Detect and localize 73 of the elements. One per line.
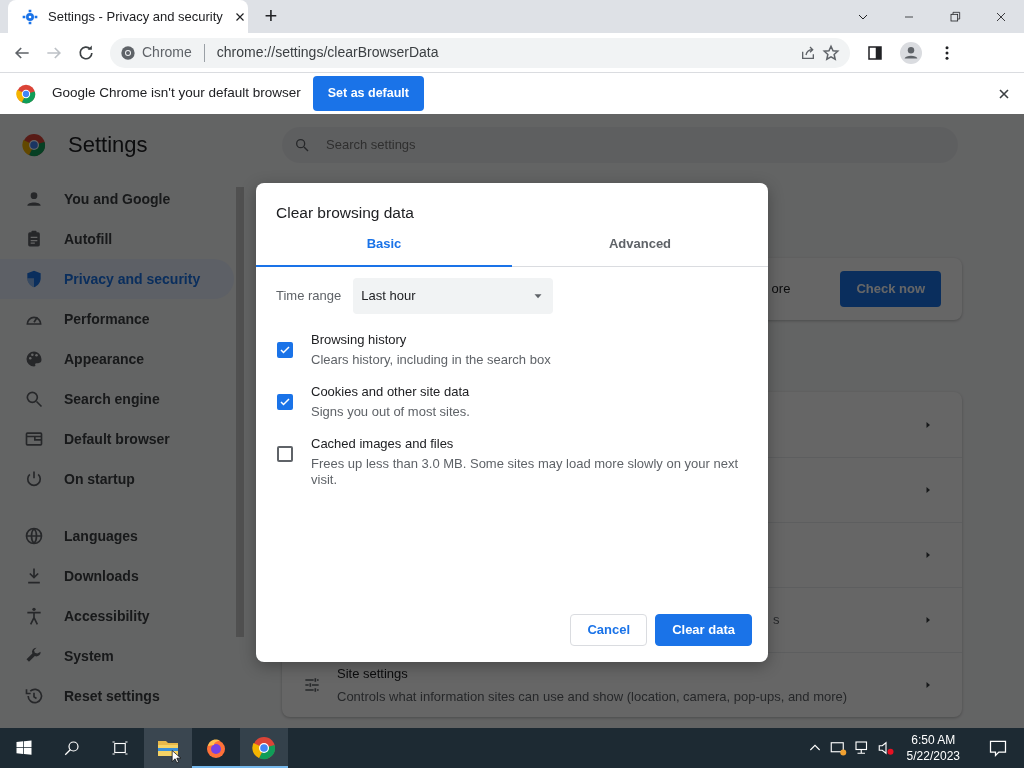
- field-label: Time range: [276, 287, 342, 306]
- site-label: Chrome: [142, 43, 192, 62]
- taskbar-button[interactable]: [240, 728, 288, 768]
- sidebar-item[interactable]: Appearance: [0, 339, 234, 379]
- search-icon: [24, 389, 44, 409]
- row-subtitle: s: [773, 611, 781, 630]
- url-text: chrome://settings/clearBrowserData: [216, 43, 440, 62]
- option-description: Clears history, including in the search box: [311, 352, 551, 368]
- sliders-icon: [302, 675, 322, 695]
- palette-icon: [24, 349, 44, 369]
- address-bar[interactable]: Chrome chrome://settings/clearBrowserData: [110, 37, 850, 68]
- option-description: Frees up less than 3.0 MB. Some sites may load more slowly on your next visit.: [311, 456, 740, 488]
- clock[interactable]: 6:50 AM 5/22/2023: [900, 732, 966, 764]
- search-icon[interactable]: [63, 739, 81, 757]
- check-now-button[interactable]: Check now: [840, 271, 941, 307]
- sidebar-item[interactable]: Privacy and security: [0, 259, 234, 299]
- globe-icon: [24, 526, 44, 546]
- person-icon: [24, 189, 44, 209]
- checkbox[interactable]: [277, 394, 293, 410]
- checkbox[interactable]: [277, 446, 293, 462]
- side-panel-icon[interactable]: [866, 43, 884, 62]
- sidebar-item[interactable]: Languages: [0, 516, 234, 556]
- sidebar-item[interactable]: Downloads: [0, 556, 234, 596]
- check-icon: [279, 396, 291, 408]
- infobar-message: Google Chrome isn't your default browser: [52, 84, 301, 103]
- cancel-button[interactable]: Cancel: [570, 614, 648, 646]
- time-range-dropdown[interactable]: Last hour: [353, 278, 554, 314]
- sidebar-item[interactable]: Performance: [0, 299, 234, 339]
- chrome-logo-icon: [252, 736, 276, 760]
- option-title: Browsing history: [311, 332, 408, 348]
- new-tab-button[interactable]: +: [257, 2, 285, 30]
- tab[interactable]: Advanced: [512, 223, 768, 267]
- browser-tab[interactable]: Settings - Privacy and security: [8, 0, 248, 33]
- sidebar-item[interactable]: Accessibility: [0, 596, 234, 636]
- taskbar-button[interactable]: [144, 728, 192, 768]
- tab[interactable]: Basic: [256, 223, 512, 267]
- browser-window-icon: [24, 429, 44, 449]
- sidebar-item[interactable]: Autofill: [0, 219, 234, 259]
- checkbox[interactable]: [277, 342, 293, 358]
- accessibility-icon: [24, 606, 44, 626]
- sidebar-item[interactable]: You and Google: [0, 179, 234, 219]
- notification-icon[interactable]: [988, 738, 1008, 758]
- sidebar-item[interactable]: Default browser: [0, 419, 234, 459]
- tab-title: Settings - Privacy and security: [48, 7, 223, 26]
- search-icon: [294, 136, 310, 153]
- check-icon: [279, 344, 291, 356]
- sidebar-item[interactable]: System: [0, 636, 234, 676]
- shield-icon: [24, 269, 44, 289]
- share-icon[interactable]: [800, 44, 816, 61]
- chrome-logo-icon: [22, 132, 46, 157]
- clear-data-button[interactable]: Clear data: [655, 614, 752, 646]
- sidebar-item[interactable]: On startup: [0, 459, 234, 499]
- network-icon[interactable]: [828, 739, 847, 757]
- windows-start-icon[interactable]: [15, 739, 33, 757]
- dialog-title: Clear browsing data: [275, 203, 415, 223]
- task-view-icon[interactable]: [111, 739, 129, 757]
- power-icon: [24, 469, 44, 489]
- history-icon: [24, 686, 44, 706]
- row-title: Site settings: [337, 664, 409, 683]
- settings-title: Settings: [68, 131, 148, 159]
- card-text: ore: [771, 280, 791, 299]
- option-title: Cookies and other site data: [311, 384, 470, 400]
- sidebar-item[interactable]: Search engine: [0, 379, 234, 419]
- muted-speaker-icon[interactable]: [876, 739, 895, 757]
- option-title: Cached images and files: [311, 436, 455, 452]
- set-default-button[interactable]: Set as default: [312, 76, 424, 111]
- row-subtitle: Controls what information sites can use and show (location, camera, pop-ups, and more): [337, 688, 849, 706]
- chrome-logo-icon: [16, 83, 36, 104]
- chrome-logo-icon: [120, 44, 136, 61]
- sidebar-item[interactable]: Reset settings: [0, 676, 234, 716]
- profile-icon[interactable]: [900, 41, 922, 64]
- option-description: Signs you out of most sites.: [311, 404, 470, 420]
- star-icon[interactable]: [822, 43, 840, 62]
